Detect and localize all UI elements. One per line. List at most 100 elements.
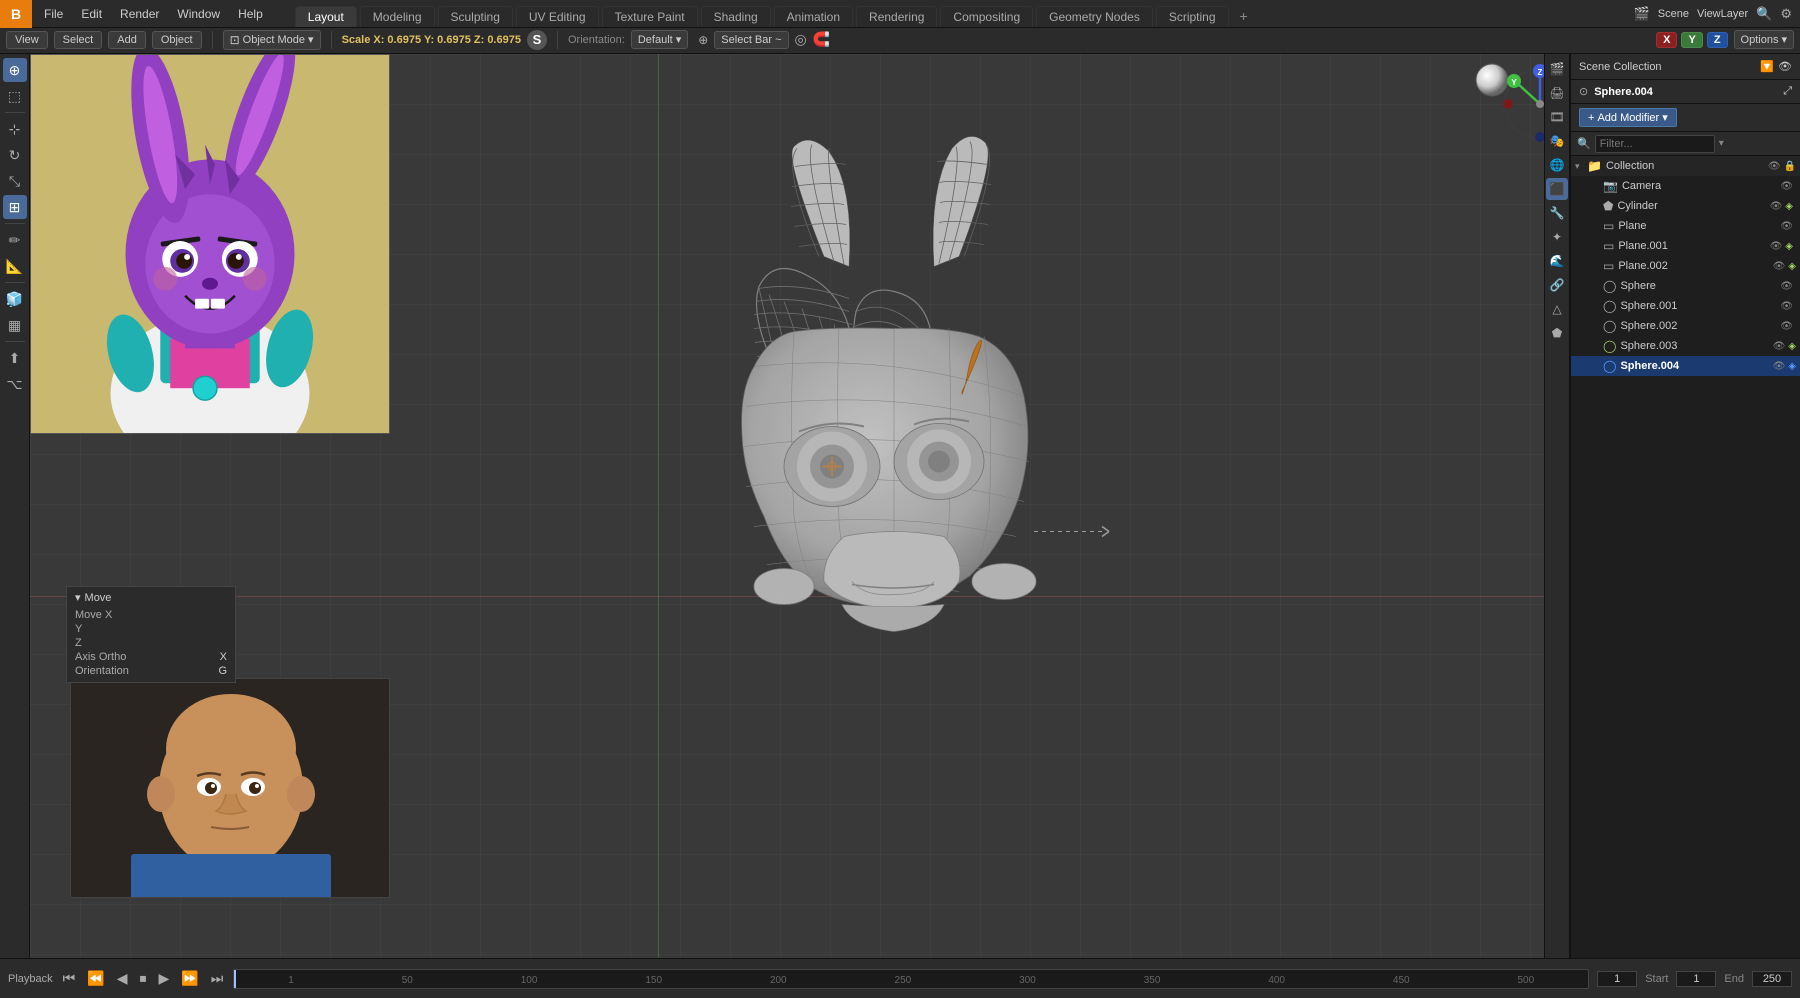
scene-props-btn[interactable]: 🎭 [1546,130,1568,152]
orientation-dropdown[interactable]: Default ▾ [631,30,688,49]
restrict-icon-collection[interactable]: 🔒 [1784,161,1796,172]
tab-layout[interactable]: Layout [295,6,357,27]
filter-dropdown-sc[interactable]: ▾ [1719,138,1724,149]
viewlayer-dropdown[interactable]: ViewLayer [1697,8,1748,20]
eye-icon-cylinder[interactable]: 👁 [1770,201,1783,212]
tree-item-sphere001[interactable]: ◯ Sphere.001 👁 [1571,296,1800,316]
tab-rendering[interactable]: Rendering [856,6,937,27]
shade-icon-plane001[interactable]: ◈ [1785,241,1793,252]
world-props-btn[interactable]: 🌐 [1546,154,1568,176]
tab-geometry-nodes[interactable]: Geometry Nodes [1036,6,1153,27]
output-props-btn[interactable]: 🖨 [1546,82,1568,104]
tree-item-sphere002[interactable]: ◯ Sphere.002 👁 [1571,316,1800,336]
tree-item-plane001[interactable]: ▭ Plane.001 👁 ◈ [1571,236,1800,256]
s-shortcut[interactable]: S [527,30,547,50]
add-modifier-btn[interactable]: + Add Modifier ▾ [1579,108,1677,127]
annotate-tool[interactable]: ✏ [3,228,27,252]
tab-compositing[interactable]: Compositing [940,6,1033,27]
menu-edit[interactable]: Edit [73,5,110,23]
eye-icon-sphere002[interactable]: 👁 [1780,321,1793,332]
search-icon[interactable]: 🔍 [1756,6,1772,22]
object-props-btn[interactable]: ⬛ [1546,178,1568,200]
add-menu[interactable]: Add [108,31,146,49]
cube-add-tool[interactable]: 🧊 [3,287,27,311]
scene-search-input[interactable] [1595,135,1715,153]
view-layer-props-btn[interactable]: 🎞 [1546,106,1568,128]
render-props-btn[interactable]: 🎬 [1546,58,1568,80]
object-menu[interactable]: Object [152,31,202,49]
eye-icon-sphere001[interactable]: 👁 [1780,301,1793,312]
hide-all-icon[interactable]: 👁 [1778,60,1792,73]
z-axis-btn[interactable]: Z [1707,32,1728,48]
settings-icon[interactable]: ⚙ [1780,6,1792,22]
tab-add[interactable]: + [1232,5,1256,27]
eye-icon-collection[interactable]: 👁 [1768,161,1781,172]
tree-item-sphere[interactable]: ◯ Sphere 👁 [1571,276,1800,296]
mesh-tool[interactable]: ▦ [3,313,27,337]
options-dropdown[interactable]: Options ▾ [1734,30,1794,49]
particles-props-btn[interactable]: ✦ [1546,226,1568,248]
tab-shading[interactable]: Shading [701,6,771,27]
tree-item-cylinder[interactable]: ⬟ Cylinder 👁 ◈ [1571,196,1800,216]
viewport-3d[interactable]: User Perspective (1) Sphere.004 Objects … [30,54,1600,958]
shade-icon-plane002[interactable]: ◈ [1788,261,1796,272]
current-frame-input[interactable] [1597,971,1637,987]
step-back-btn[interactable]: ⏪ [85,968,106,989]
extrude-tool[interactable]: ⬆ [3,346,27,370]
shade-icon-cylinder[interactable]: ◈ [1785,201,1793,212]
select-menu[interactable]: Select [54,31,103,49]
move-tool[interactable]: ⊹ [3,117,27,141]
shade-icon-sphere003[interactable]: ◈ [1788,341,1796,352]
eye-icon-camera[interactable]: 👁 [1780,181,1793,192]
eye-icon-sphere004[interactable]: 👁 [1773,361,1786,372]
tree-item-camera[interactable]: 📷 Camera 👁 [1571,176,1800,196]
menu-window[interactable]: Window [169,5,228,23]
select-tool[interactable]: ⬚ [3,84,27,108]
tab-sculpting[interactable]: Sculpting [438,6,513,27]
play-back-btn[interactable]: ◀ [115,968,130,989]
material-props-btn[interactable]: ⬟ [1546,322,1568,344]
tab-uv-editing[interactable]: UV Editing [516,6,599,27]
y-axis-btn[interactable]: Y [1681,32,1702,48]
transform-tool[interactable]: ⊞ [3,195,27,219]
timeline-scrubber[interactable]: 1 50 100 150 200 250 300 350 400 450 500 [233,969,1589,989]
constraints-props-btn[interactable]: 🔗 [1546,274,1568,296]
rotate-tool[interactable]: ↻ [3,143,27,167]
jump-start-btn[interactable]: ⏮ [61,968,78,989]
shade-icon-sphere004[interactable]: ◈ [1788,361,1796,372]
tree-item-sphere003[interactable]: ◯ Sphere.003 👁 ◈ [1571,336,1800,356]
snap-icon[interactable]: 🧲 [813,31,830,48]
gizmo-icon[interactable]: ⊕ [698,33,708,47]
tab-scripting[interactable]: Scripting [1156,6,1229,27]
measure-tool[interactable]: 📐 [3,254,27,278]
proportional-icon[interactable]: ◎ [795,31,807,48]
select-bar-dropdown[interactable]: Select Bar ~ [714,31,788,49]
filter-icon[interactable]: 🔽 [1760,60,1774,73]
jump-end-btn[interactable]: ⏭ [209,968,226,989]
eye-icon-sphere003[interactable]: 👁 [1773,341,1786,352]
menu-help[interactable]: Help [230,5,271,23]
start-frame-input[interactable] [1676,971,1716,987]
tab-animation[interactable]: Animation [774,6,853,27]
step-forward-btn[interactable]: ⏩ [179,968,200,989]
view-menu[interactable]: View [6,31,48,49]
tab-texture-paint[interactable]: Texture Paint [602,6,698,27]
bevel-tool[interactable]: ⌥ [3,372,27,396]
tree-scene-collection[interactable]: ▾ 📁 Collection 👁 🔒 [1571,156,1800,176]
panel-collapse-icon[interactable]: ▾ [75,591,81,604]
mode-dropdown[interactable]: ⊡ Object Mode ▾ [223,30,321,50]
scale-tool[interactable]: ⤡ [3,169,27,193]
eye-icon-sphere[interactable]: 👁 [1780,281,1793,292]
menu-file[interactable]: File [36,5,71,23]
menu-render[interactable]: Render [112,5,167,23]
scene-dropdown[interactable]: Scene [1658,8,1689,20]
eye-icon-plane001[interactable]: 👁 [1770,241,1783,252]
tab-modeling[interactable]: Modeling [360,6,435,27]
eye-icon-plane002[interactable]: 👁 [1773,261,1786,272]
modifier-props-btn[interactable]: 🔧 [1546,202,1568,224]
x-axis-btn[interactable]: X [1656,32,1677,48]
tree-item-plane[interactable]: ▭ Plane 👁 [1571,216,1800,236]
tree-item-sphere004[interactable]: ◯ Sphere.004 👁 ◈ [1571,356,1800,376]
play-btn[interactable]: ▶ [156,968,171,989]
eye-icon-plane[interactable]: 👁 [1780,221,1793,232]
